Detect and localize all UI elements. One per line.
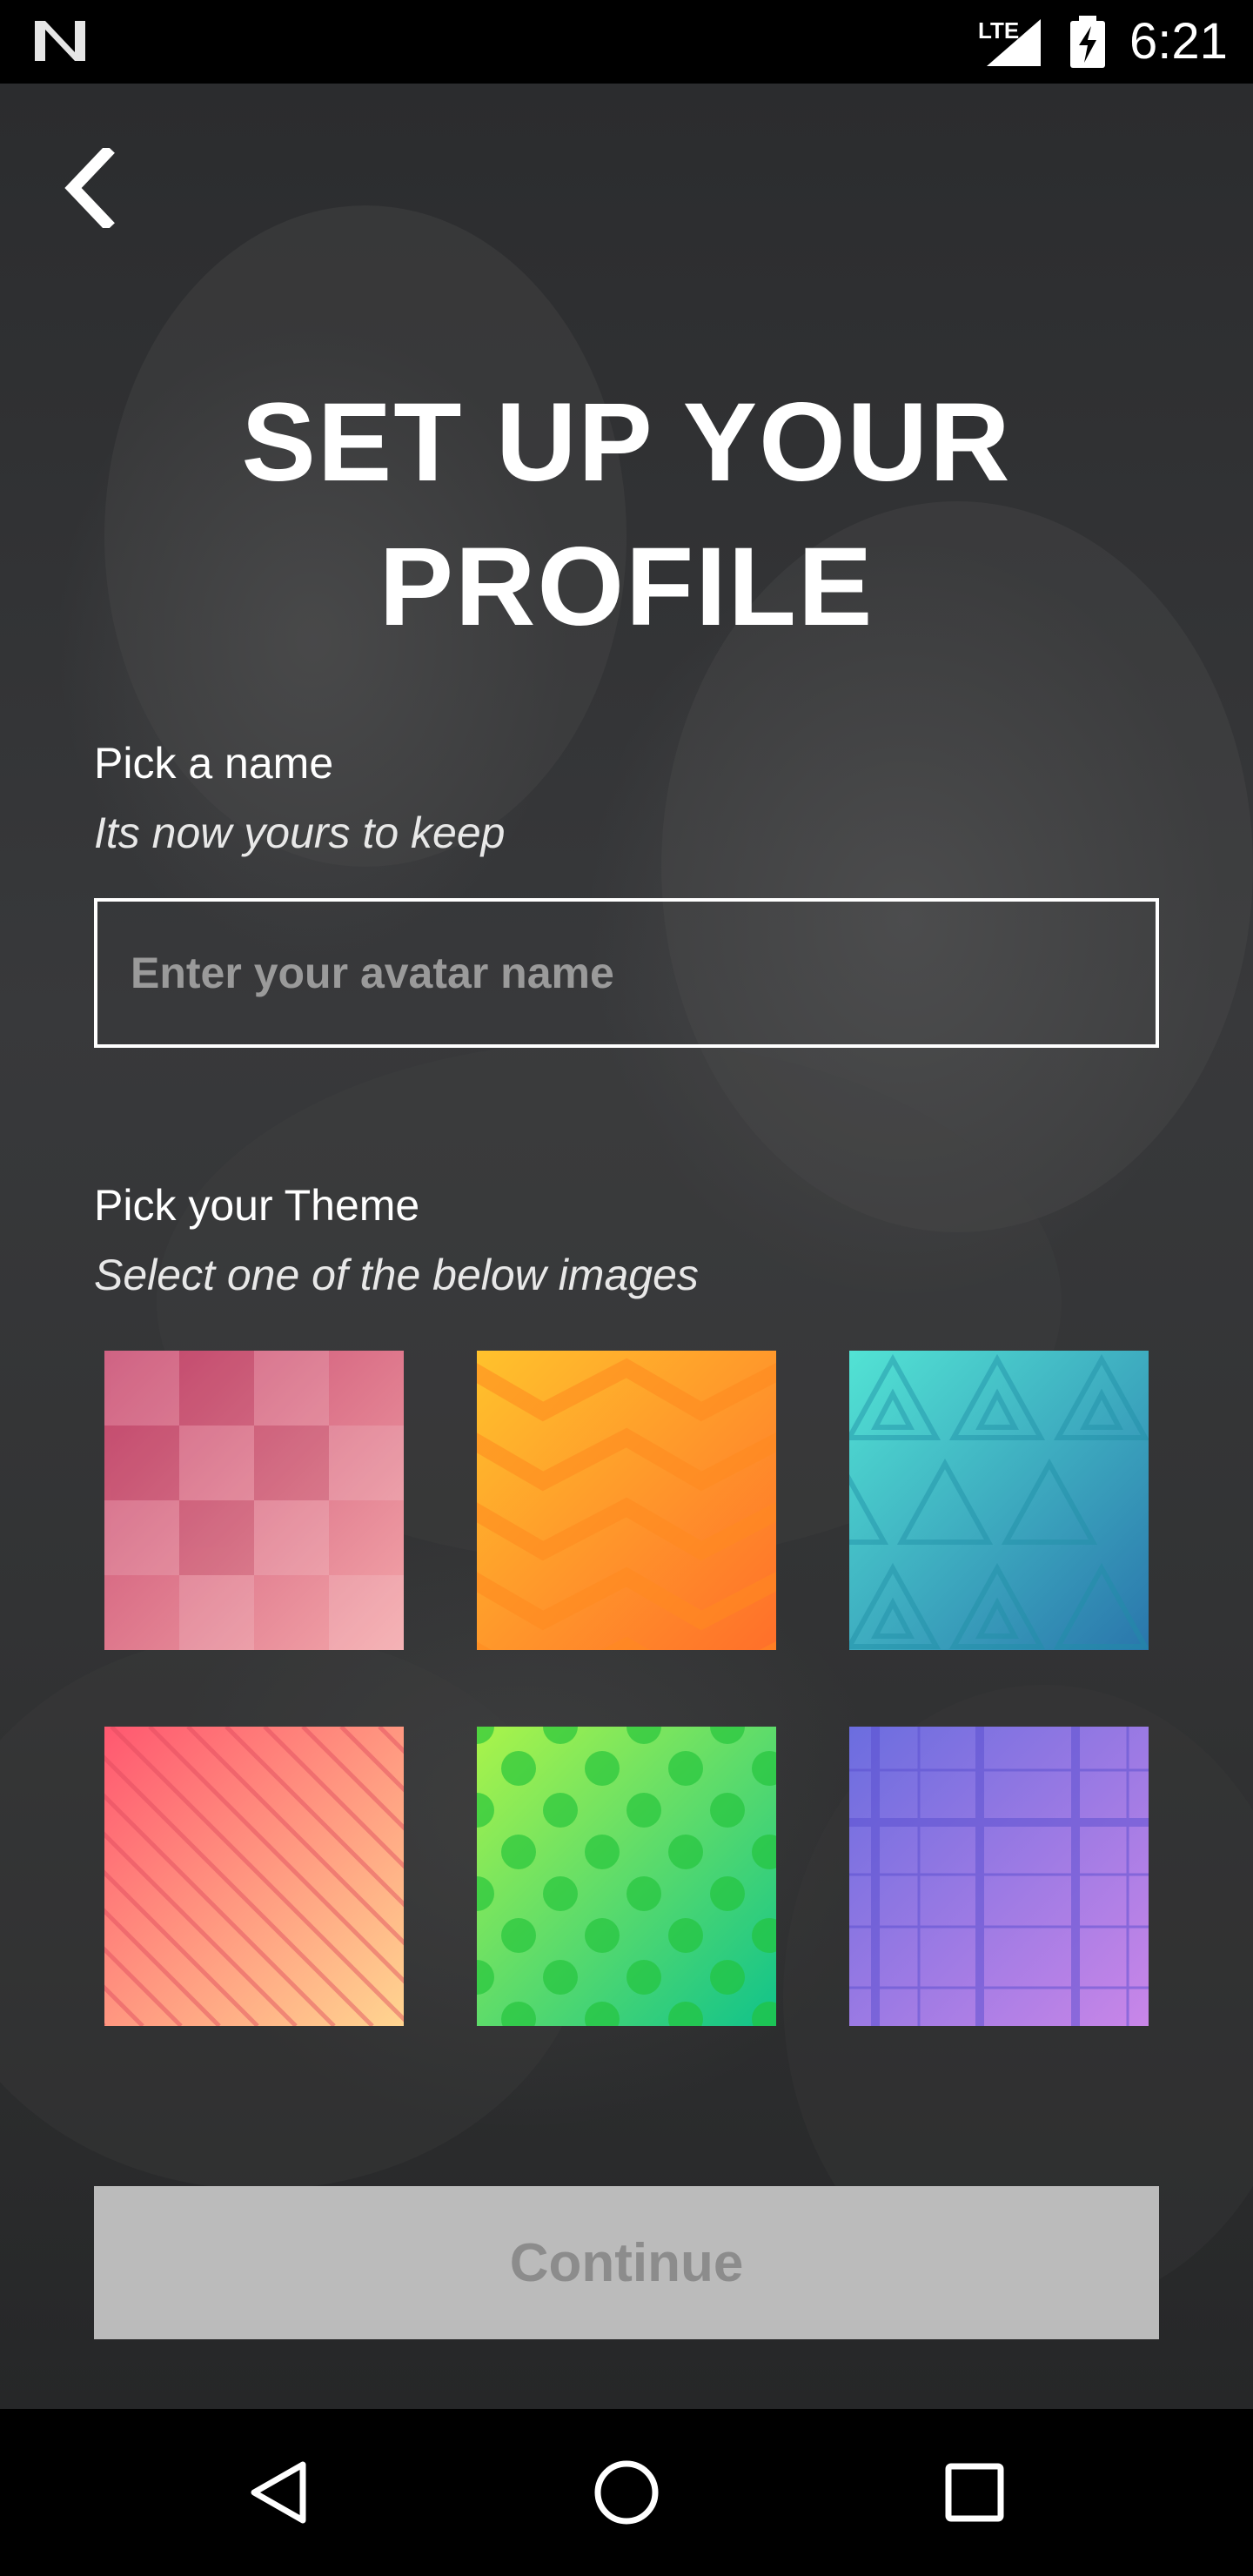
theme-section-label: Pick your Theme [94, 1181, 420, 1230]
signal-icon [987, 19, 1041, 66]
orange-chevron-pattern [477, 1351, 776, 1650]
continue-button[interactable]: Continue [94, 2186, 1159, 2339]
page-title-line-1: SET UP YOUR [241, 380, 1012, 505]
notification-n-icon [35, 21, 85, 61]
page-title-line-2: PROFILE [379, 525, 874, 649]
clock: 6:21 [1129, 13, 1228, 70]
battery-charging-icon [1070, 16, 1105, 68]
profile-setup-screen: SET UP YOUR PROFILE Pick a name Its now … [0, 84, 1253, 2409]
green-dots-pattern [477, 1727, 776, 2026]
theme-tile-teal-triangles[interactable] [849, 1351, 1149, 1650]
name-section-label: Pick a name [94, 739, 334, 788]
name-section-subtitle: Its now yours to keep [94, 808, 506, 857]
teal-triangles-pattern [849, 1351, 1149, 1650]
navigation-bar [0, 2409, 1253, 2576]
theme-tile-green-dots[interactable] [477, 1727, 776, 2026]
purple-plaid-pattern [849, 1727, 1149, 2026]
theme-tile-pink-checker[interactable] [104, 1351, 404, 1650]
chevron-left-icon[interactable] [61, 148, 117, 228]
home-circle-icon[interactable] [592, 2458, 661, 2527]
theme-tile-coral-stripes[interactable] [104, 1727, 404, 2026]
back-triangle-icon[interactable] [245, 2458, 315, 2527]
status-bar: LTE 6:21 [0, 0, 1253, 84]
avatar-name-input[interactable] [94, 898, 1159, 1048]
recents-square-icon[interactable] [940, 2458, 1009, 2527]
pink-checker-pattern [104, 1351, 404, 1650]
page-title: SET UP YOUR PROFILE [0, 371, 1253, 660]
coral-stripes-pattern [104, 1727, 404, 2026]
theme-tile-purple-plaid[interactable] [849, 1727, 1149, 2026]
theme-section-subtitle: Select one of the below images [94, 1251, 699, 1299]
theme-tile-orange-chevron[interactable] [477, 1351, 776, 1650]
